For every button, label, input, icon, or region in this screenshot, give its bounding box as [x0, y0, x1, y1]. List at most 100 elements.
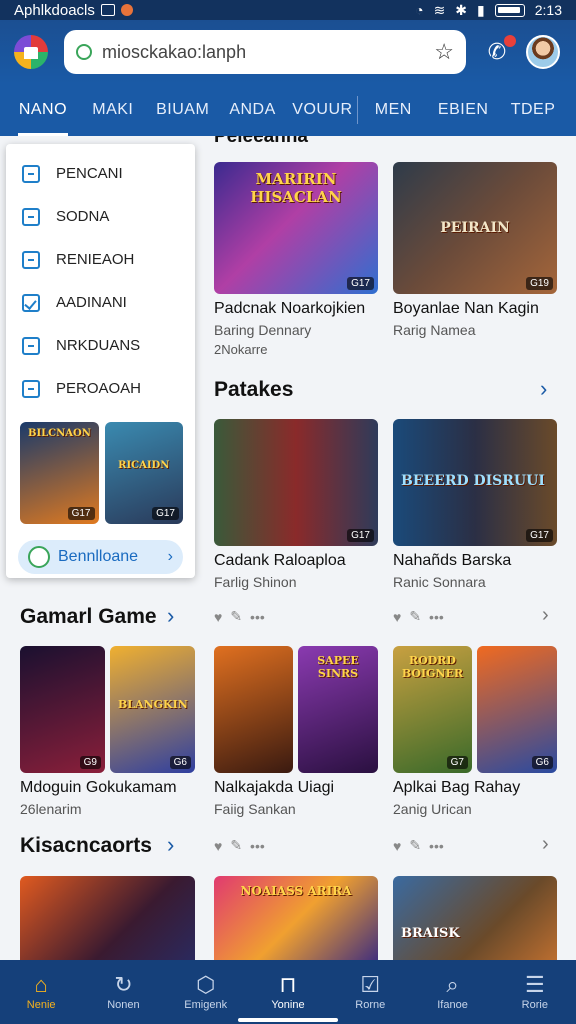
rating-tag: G9: [79, 756, 101, 769]
nav-label: Rorne: [355, 999, 386, 1011]
game-thumbnail[interactable]: G9: [20, 646, 105, 773]
tab-nano[interactable]: NANO: [8, 84, 78, 136]
tab-maki[interactable]: MAKI: [78, 84, 148, 136]
game-title[interactable]: Mdoguin Gokukamam: [20, 779, 195, 797]
game-title[interactable]: Padcnak Noarkojkien: [214, 300, 378, 318]
game-title[interactable]: Nalkajakda Uiagi: [214, 779, 378, 797]
thumbnail-art-title: MARIRIN HISACLAN: [250, 170, 342, 206]
thumbnail-art-title: BLANGKIN: [118, 698, 188, 711]
tab-biuam[interactable]: BIUAM: [148, 84, 218, 136]
nav-item-chart[interactable]: ☑ Rorne: [329, 960, 411, 1024]
dropdown-item[interactable]: NRKDUANS: [6, 324, 195, 367]
card-actions: ♥ ✎ •••: [214, 608, 265, 625]
game-thumbnail[interactable]: MARIRIN HISACLAN G17: [214, 162, 378, 294]
notifications-button[interactable]: ✆: [482, 35, 516, 67]
nav-item-home[interactable]: ⌂ Nenie: [0, 960, 82, 1024]
game-title[interactable]: Cadank Raloaploa: [214, 552, 378, 570]
heart-icon[interactable]: ♥: [393, 609, 401, 625]
box-icon: ⬡: [196, 972, 216, 997]
dropdown-item[interactable]: PEROAOAH: [6, 367, 195, 410]
wifi-icon: ≋: [433, 1, 446, 18]
nav-item-search[interactable]: ⌕ Ifanoe: [411, 960, 493, 1024]
heart-icon[interactable]: ♥: [393, 838, 401, 854]
gallery-icon: [100, 4, 115, 16]
rating-tag: G17: [67, 507, 95, 520]
nav-item-box[interactable]: ⬡ Emigenk: [165, 960, 247, 1024]
game-card[interactable]: SAPEE SINRS Nalkajakda Uiagi Faiig Sanka…: [214, 646, 378, 817]
section-title-gamar: Gamarl Game: [20, 605, 157, 628]
secure-icon: [76, 44, 92, 60]
thumbnail-art-title: BILCNAON: [28, 428, 91, 439]
more-icon[interactable]: •••: [250, 609, 265, 625]
game-thumbnail[interactable]: BLANGKIN G6: [110, 646, 195, 773]
share-icon[interactable]: ✎: [409, 608, 421, 625]
dropdown-item-label: SODNA: [56, 208, 110, 225]
chart-icon: ☑: [360, 972, 381, 997]
star-icon[interactable]: ☆: [434, 39, 454, 65]
share-icon[interactable]: ✎: [409, 837, 421, 854]
dropdown-item[interactable]: AADINANI: [6, 281, 195, 324]
game-thumbnail[interactable]: G17: [214, 419, 378, 546]
chevron-right-icon[interactable]: ›: [542, 833, 549, 856]
chevron-right-icon[interactable]: ›: [167, 832, 174, 858]
nav-item-shop[interactable]: ⊓ Yonine: [247, 960, 329, 1024]
thumbnail-art-title: PEIRAIN: [440, 220, 510, 236]
dropdown-item-label: PEROAOAH: [56, 380, 142, 397]
game-thumbnail[interactable]: BILCNAON G17: [20, 422, 99, 524]
checkbox-icon: [22, 293, 40, 312]
heart-icon[interactable]: ♥: [214, 609, 222, 625]
game-thumbnail[interactable]: RODRD BOIGNER G7: [393, 646, 472, 773]
dropdown-item-label: PENCANI: [56, 165, 123, 182]
share-icon[interactable]: ✎: [230, 837, 242, 854]
chevron-right-icon[interactable]: ›: [540, 376, 547, 402]
game-thumbnail[interactable]: [214, 646, 293, 773]
game-card[interactable]: PEIRAIN G19 Boyanlae Nan Kagin Rarig Nam…: [393, 162, 557, 338]
game-thumbnail[interactable]: NOAIASS ARIRA: [214, 876, 378, 960]
app-logo-icon[interactable]: [14, 35, 48, 69]
tab-vouur[interactable]: VOUUR: [288, 84, 358, 136]
game-thumbnail[interactable]: BRAISK: [393, 876, 557, 960]
dropdown-item[interactable]: SODNA: [6, 195, 195, 238]
game-thumbnail[interactable]: RICAIDN G17: [104, 422, 183, 524]
tab-tdep[interactable]: TDEP: [498, 84, 568, 136]
game-card[interactable]: BEEERD DISRUUI G17 Nahañds Barska Ranic …: [393, 419, 557, 590]
heart-icon[interactable]: ♥: [214, 838, 222, 854]
game-card[interactable]: RODRD BOIGNER G7 G6 Aplkai Bag Rahay 2an…: [393, 646, 557, 817]
share-icon[interactable]: ✎: [230, 608, 242, 625]
nav-item-menu[interactable]: ☰ Rorie: [494, 960, 576, 1024]
nav-label: Nenie: [26, 999, 56, 1011]
chevron-right-icon[interactable]: ›: [167, 603, 174, 629]
game-subtitle: 26lenarim: [20, 801, 82, 817]
game-title[interactable]: Boyanlae Nan Kagin: [393, 300, 557, 318]
game-card[interactable]: G9 BLANGKIN G6 Mdoguin Gokukamam 26lenar…: [20, 646, 195, 817]
game-thumbnail[interactable]: SAPEE SINRS: [298, 646, 378, 773]
game-title[interactable]: Aplkai Bag Rahay: [393, 779, 557, 797]
game-title[interactable]: Nahañds Barska: [393, 552, 557, 570]
dropdown-action-button[interactable]: Bennlloane ›: [18, 540, 183, 574]
rating-tag: G6: [169, 756, 191, 769]
tab-ebien[interactable]: EBIEN: [428, 84, 498, 136]
tab-men[interactable]: MEN: [358, 84, 428, 136]
game-thumbnail[interactable]: [20, 876, 195, 960]
search-input[interactable]: [102, 41, 435, 63]
game-thumbnail[interactable]: BEEERD DISRUUI G17: [393, 419, 557, 546]
game-thumbnail[interactable]: PEIRAIN G19: [393, 162, 557, 294]
avatar[interactable]: [526, 35, 560, 69]
game-meta: 2Nokarre: [214, 342, 268, 357]
more-icon[interactable]: •••: [250, 838, 265, 854]
nav-label: Nonen: [107, 999, 140, 1011]
search-box[interactable]: ☆: [64, 30, 466, 74]
game-card[interactable]: MARIRIN HISACLAN G17 Padcnak Noarkojkien…: [214, 162, 378, 357]
tab-anda[interactable]: ANDA: [218, 84, 288, 136]
dropdown-item[interactable]: PENCANI: [6, 152, 195, 195]
nav-item-refresh[interactable]: ↻ Nonen: [82, 960, 164, 1024]
signal-icon: ▮: [477, 1, 485, 18]
game-card[interactable]: G17 Cadank Raloaploa Farlig Shinon: [214, 419, 378, 590]
dropdown-item-label: AADINANI: [56, 294, 127, 311]
more-icon[interactable]: •••: [429, 838, 444, 854]
thumbnail-art-title: RICAIDN: [118, 460, 170, 471]
more-icon[interactable]: •••: [429, 609, 444, 625]
dropdown-item[interactable]: RENIEAOH: [6, 238, 195, 281]
game-thumbnail[interactable]: G6: [477, 646, 557, 773]
chevron-right-icon[interactable]: ›: [542, 604, 549, 627]
